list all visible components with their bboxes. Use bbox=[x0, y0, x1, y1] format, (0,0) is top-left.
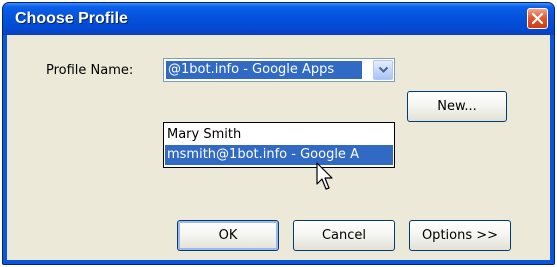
close-button[interactable] bbox=[527, 8, 548, 29]
dropdown-option-msmith-google[interactable]: msmith@1bot.info - Google A bbox=[165, 145, 393, 165]
close-icon bbox=[531, 12, 544, 25]
cancel-button[interactable]: Cancel bbox=[293, 220, 395, 251]
dropdown-toggle-button[interactable] bbox=[373, 60, 393, 80]
profile-name-label: Profile Name: bbox=[46, 63, 134, 78]
title-bar[interactable]: Choose Profile bbox=[3, 3, 554, 35]
profile-name-combobox[interactable]: @1bot.info - Google Apps bbox=[163, 58, 395, 82]
profile-name-selected-value: @1bot.info - Google Apps bbox=[166, 61, 362, 79]
dialog-title: Choose Profile bbox=[15, 10, 128, 27]
profile-dropdown-list: Mary Smith msmith@1bot.info - Google A bbox=[163, 122, 395, 168]
chevron-down-icon bbox=[378, 66, 388, 73]
options-button[interactable]: Options >> bbox=[409, 220, 511, 251]
arrow-cursor-icon bbox=[316, 162, 333, 190]
dropdown-option-mary-smith[interactable]: Mary Smith bbox=[165, 125, 393, 145]
new-profile-button[interactable]: New... bbox=[407, 91, 507, 122]
ok-button[interactable]: OK bbox=[177, 220, 279, 251]
